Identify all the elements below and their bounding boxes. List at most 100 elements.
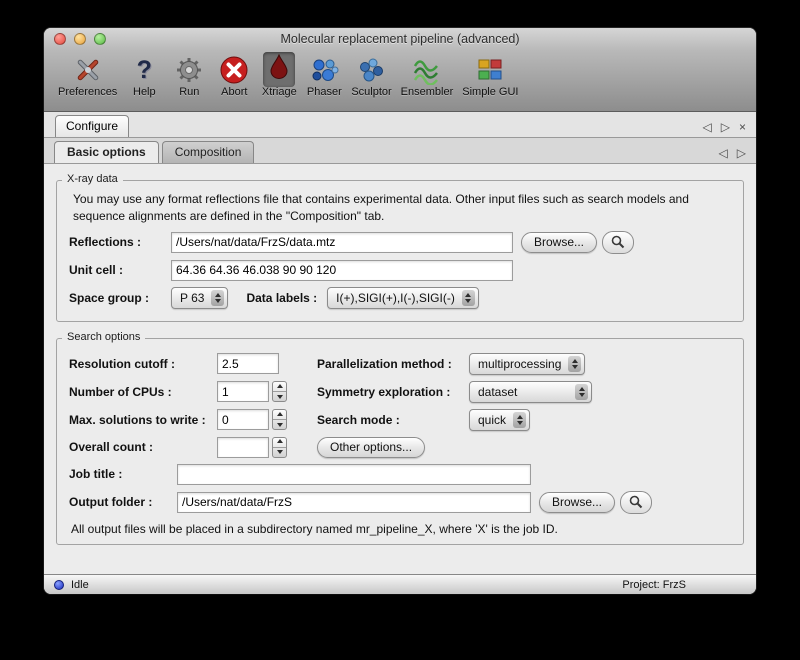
toolbar-item-phaser[interactable]: Phaser <box>306 53 342 98</box>
status-bar: Idle Project: FrzS <box>44 574 756 594</box>
toolbar-label: Help <box>133 86 156 98</box>
output-folder-label: Output folder : <box>69 495 177 509</box>
ensembler-icon <box>409 53 445 86</box>
other-options-button[interactable]: Other options... <box>317 437 425 458</box>
toolbar-item-sculptor[interactable]: Sculptor <box>351 53 391 98</box>
toolbar-item-preferences[interactable]: Preferences <box>58 53 117 98</box>
max-solutions-label: Max. solutions to write : <box>69 413 217 427</box>
dropdown-arrows-icon <box>513 412 526 428</box>
nav-back-icon[interactable]: ◁ <box>703 121 712 133</box>
toolbar-item-simple-gui[interactable]: Simple GUI <box>462 53 518 98</box>
nav-close-icon[interactable]: × <box>739 121 746 133</box>
tab-composition[interactable]: Composition <box>162 141 255 163</box>
configure-row: Configure ◁ ▷ × <box>44 112 756 138</box>
toolbar-label: Simple GUI <box>462 86 518 98</box>
output-folder-browse-button[interactable]: Browse... <box>539 492 615 513</box>
toolbar-item-abort[interactable]: Abort <box>216 53 252 98</box>
output-folder-input[interactable] <box>177 492 531 513</box>
parallelization-value: multiprocessing <box>478 357 561 371</box>
toolbar-item-help[interactable]: ? Help <box>126 53 162 98</box>
toolbar-item-ensembler[interactable]: Ensembler <box>401 53 454 98</box>
minimize-button[interactable] <box>74 33 86 45</box>
space-group-label: Space group : <box>69 291 171 305</box>
space-group-dropdown[interactable]: P 63 <box>171 287 228 309</box>
dropdown-arrows-icon <box>211 290 224 306</box>
tab-basic-options[interactable]: Basic options <box>54 141 159 163</box>
overall-count-label: Overall count : <box>69 440 217 454</box>
toolbar-item-xtriage[interactable]: Xtriage <box>261 53 297 98</box>
unit-cell-row: Unit cell : <box>69 260 731 281</box>
max-solutions-row: Max. solutions to write : Search mode : … <box>69 409 731 431</box>
symmetry-value: dataset <box>478 385 568 399</box>
max-solutions-input[interactable] <box>217 409 269 430</box>
parallelization-dropdown[interactable]: multiprocessing <box>469 353 585 375</box>
output-folder-view-button[interactable] <box>620 491 652 514</box>
overall-count-row: Overall count : Other options... <box>69 437 731 458</box>
toolbar-item-run[interactable]: Run <box>171 53 207 98</box>
resolution-row: Resolution cutoff : Parallelization meth… <box>69 353 731 375</box>
tab-configure[interactable]: Configure <box>55 115 129 137</box>
toolbar-label: Xtriage <box>262 86 297 98</box>
toolbar: Preferences ? Help Run <box>44 50 756 112</box>
zoom-button[interactable] <box>94 33 106 45</box>
close-button[interactable] <box>54 33 66 45</box>
symmetry-dropdown[interactable]: dataset <box>469 381 592 403</box>
symmetry-label: Symmetry exploration : <box>317 385 469 399</box>
cpus-row: Number of CPUs : Symmetry exploration : … <box>69 381 731 403</box>
job-title-input[interactable] <box>177 464 531 485</box>
reflections-row: Reflections : Browse... <box>69 231 731 254</box>
parallelization-label: Parallelization method : <box>317 357 469 371</box>
toolbar-label: Abort <box>221 86 247 98</box>
nav-forward-icon[interactable]: ▷ <box>721 121 730 133</box>
sculptor-icon <box>353 53 389 86</box>
search-mode-dropdown[interactable]: quick <box>469 409 530 431</box>
titlebar: Molecular replacement pipeline (advanced… <box>44 28 756 50</box>
project-label: Project: FrzS <box>622 579 686 591</box>
search-mode-label: Search mode : <box>317 413 469 427</box>
simple-gui-icon <box>472 53 508 86</box>
job-title-row: Job title : <box>69 464 731 485</box>
abort-icon <box>216 53 252 86</box>
overall-count-stepper[interactable] <box>272 437 287 458</box>
toolbar-label: Phaser <box>307 86 342 98</box>
reflections-view-button[interactable] <box>602 231 634 254</box>
status-text: Idle <box>71 579 89 591</box>
overall-count-input[interactable] <box>217 437 269 458</box>
window-tab-nav: ◁ ▷ × <box>703 121 746 137</box>
phaser-icon <box>306 53 342 86</box>
data-labels-value: I(+),SIGI(+),I(-),SIGI(-) <box>336 291 455 305</box>
preferences-icon <box>70 53 106 86</box>
toolbar-label: Preferences <box>58 86 117 98</box>
cpus-label: Number of CPUs : <box>69 385 217 399</box>
max-solutions-stepper[interactable] <box>272 409 287 430</box>
search-options-group: Search options Resolution cutoff : Paral… <box>56 338 744 545</box>
output-folder-row: Output folder : Browse... <box>69 491 731 514</box>
reflections-input[interactable] <box>171 232 513 253</box>
cpus-input[interactable] <box>217 381 269 402</box>
nav-forward-icon[interactable]: ▷ <box>737 147 746 159</box>
output-note: All output files will be placed in a sub… <box>71 522 729 536</box>
xray-data-group: X-ray data You may use any format reflec… <box>56 180 744 322</box>
basic-options-panel: X-ray data You may use any format reflec… <box>44 164 756 574</box>
nav-back-icon[interactable]: ◁ <box>719 147 728 159</box>
reflections-browse-button[interactable]: Browse... <box>521 232 597 253</box>
toolbar-label: Sculptor <box>351 86 391 98</box>
window-title: Molecular replacement pipeline (advanced… <box>44 28 756 50</box>
magnifier-icon <box>629 495 643 509</box>
search-mode-value: quick <box>478 413 506 427</box>
status-indicator-icon <box>54 580 64 590</box>
toolbar-label: Run <box>179 86 199 98</box>
data-labels-label: Data labels : <box>246 291 317 305</box>
data-labels-dropdown[interactable]: I(+),SIGI(+),I(-),SIGI(-) <box>327 287 479 309</box>
window-controls <box>54 33 106 45</box>
dropdown-arrows-icon <box>568 356 581 372</box>
job-title-label: Job title : <box>69 467 177 481</box>
magnifier-icon <box>611 235 625 249</box>
notebook-tabs: Basic options Composition ◁ ▷ <box>44 138 756 164</box>
space-group-row: Space group : P 63 Data labels : I(+),SI… <box>69 287 731 309</box>
unit-cell-input[interactable] <box>171 260 513 281</box>
cpus-stepper[interactable] <box>272 381 287 402</box>
app-window: Molecular replacement pipeline (advanced… <box>44 28 756 594</box>
resolution-cutoff-input[interactable] <box>217 353 279 374</box>
notebook-tab-nav: ◁ ▷ <box>719 147 746 163</box>
